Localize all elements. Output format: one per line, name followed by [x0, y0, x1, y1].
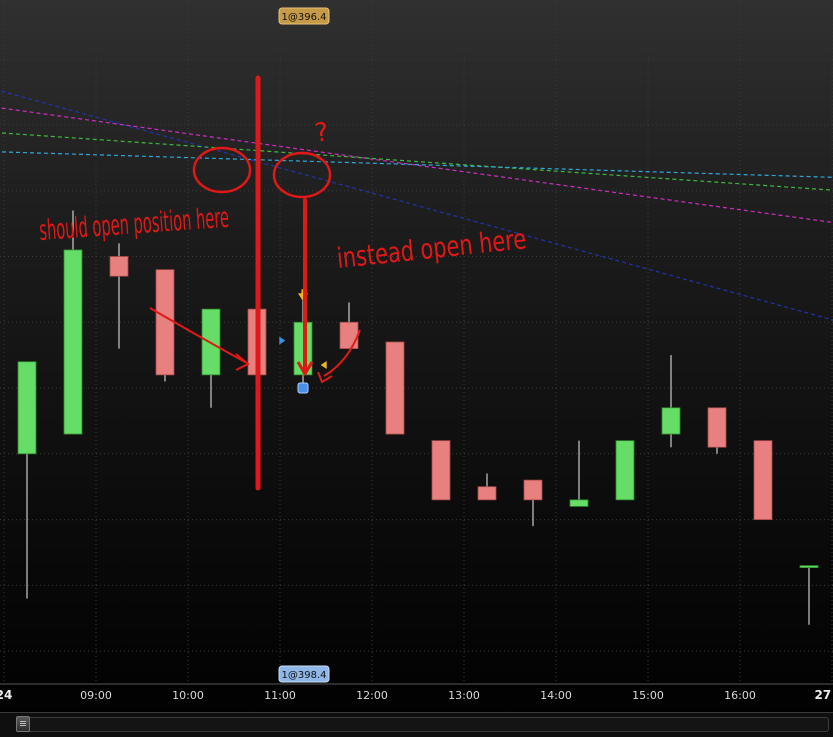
- hand-annotations: ? should open position here instead open…: [38, 75, 528, 491]
- indicator-line: [0, 132, 833, 191]
- scroll-track[interactable]: [18, 717, 829, 732]
- annotation-instead-open: instead open here: [335, 222, 527, 275]
- grip-line: [20, 721, 26, 722]
- price-tag-bottom: 1@398.4: [278, 665, 330, 683]
- candle-body-bear: [339, 321, 359, 349]
- candle: [109, 243, 129, 349]
- annotation-circle-right: [272, 151, 332, 199]
- time-axis-tick-label: 11:00: [264, 689, 296, 702]
- time-axis-tick-label: 24: [0, 688, 12, 702]
- candle: [523, 479, 543, 527]
- candle-body-bear: [477, 486, 497, 501]
- time-axis: 24 09:00 10:00 11:00 12:00 13:00 14:00 15:00 16:…: [0, 688, 831, 702]
- price-tag-bottom-label: 1@398.4: [282, 670, 327, 681]
- time-axis-tick-label: 12:00: [356, 689, 388, 702]
- candle-body-bull: [615, 440, 635, 501]
- candle: [661, 355, 681, 448]
- candle-body-bear: [523, 479, 543, 501]
- candle: [707, 407, 727, 454]
- candle-body-bear: [155, 269, 175, 376]
- candle-body-bull: [17, 361, 37, 455]
- candle: [569, 440, 589, 507]
- candlestick-chart[interactable]: ? should open position here instead open…: [0, 0, 833, 737]
- candle: [155, 269, 175, 382]
- time-axis-tick-label: 27: [814, 688, 831, 702]
- candle-body-bear: [385, 341, 405, 435]
- candle-body-bear: [109, 256, 129, 277]
- exit-triangle-marker: [320, 361, 327, 370]
- annotation-arrowhead-instead: [317, 371, 333, 384]
- candle: [201, 308, 221, 408]
- annotation-circle-left: [192, 146, 252, 194]
- time-axis-tick-label: 16:00: [724, 689, 756, 702]
- time-axis-tick-label: 15:00: [632, 689, 664, 702]
- price-tag-top: 1@396.4: [278, 7, 330, 25]
- indicator-lines: [0, 90, 833, 321]
- grid-lines: [0, 0, 833, 684]
- chart-scrollbar[interactable]: [0, 712, 833, 737]
- annotation-arrowhead-should: [235, 353, 250, 371]
- annotation-should-open: should open position here: [38, 201, 230, 247]
- grip-line: [20, 725, 26, 726]
- scroll-thumb[interactable]: [16, 716, 30, 732]
- indicator-line: [0, 90, 833, 321]
- candle: [753, 440, 773, 520]
- fill-triangle-marker: [279, 336, 286, 345]
- time-axis-tick-label: 13:00: [448, 689, 480, 702]
- candle-body-bear: [431, 440, 451, 501]
- candle: [431, 440, 451, 501]
- time-axis-tick-label: 14:00: [540, 689, 572, 702]
- candles: [17, 210, 819, 625]
- candle: [615, 440, 635, 501]
- candle-body-bull: [661, 407, 681, 435]
- candle: [385, 341, 405, 435]
- chart-window: ? should open position here instead open…: [0, 0, 833, 737]
- grip-line: [20, 723, 26, 724]
- time-axis-tick-label: 10:00: [172, 689, 204, 702]
- candle-body-bull: [799, 565, 819, 569]
- price-tag-top-label: 1@396.4: [282, 12, 327, 23]
- candle: [799, 565, 819, 625]
- annotation-question-mark: ?: [313, 117, 331, 149]
- candle: [17, 361, 37, 599]
- candle-body-bear: [707, 407, 727, 448]
- indicator-line: [0, 151, 833, 178]
- order-square-marker: [297, 382, 309, 394]
- candle-body-bull: [63, 249, 83, 435]
- candle: [477, 473, 497, 501]
- candle-body-bull: [569, 499, 589, 507]
- time-axis-tick-label: 09:00: [80, 689, 112, 702]
- candle-body-bear: [753, 440, 773, 520]
